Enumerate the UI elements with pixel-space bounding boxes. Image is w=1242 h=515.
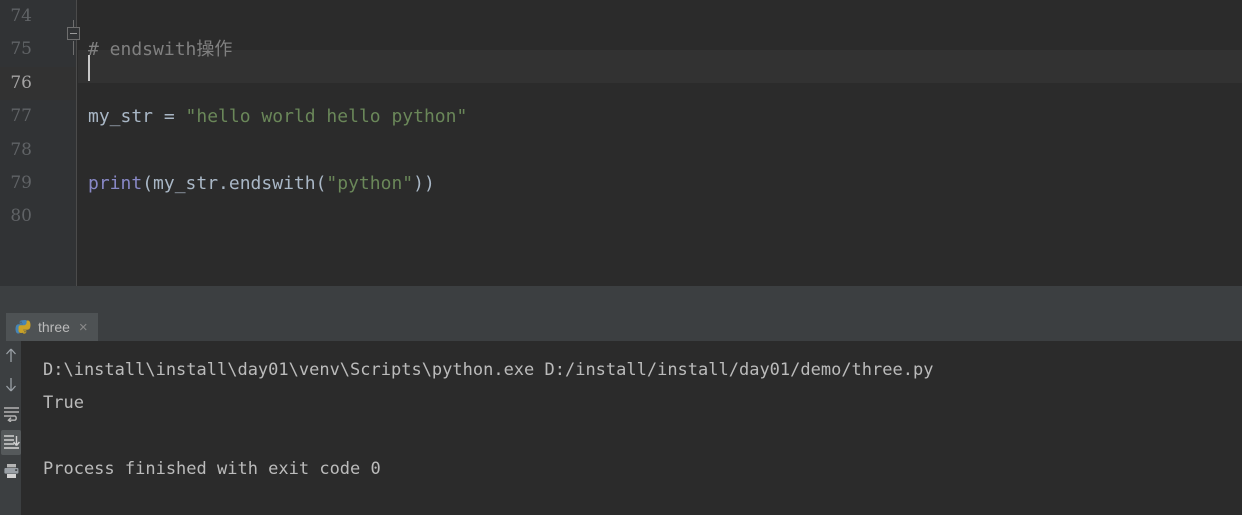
line-number-active: 76	[0, 66, 76, 101]
code-editor[interactable]: 74 75 76 77 78 79 80 # endswith操作 my_str…	[0, 0, 1242, 286]
code-line-75[interactable]: # endswith操作	[78, 33, 1242, 66]
assignment-token: my_str =	[88, 106, 186, 128]
closing-parens-token: ))	[413, 172, 435, 194]
fold-collapse-icon[interactable]	[67, 27, 80, 40]
line-number: 79	[10, 172, 32, 193]
editor-gutter[interactable]: 74 75 76 77 78 79 80	[0, 0, 77, 286]
print-icon[interactable]	[0, 457, 22, 486]
panel-divider[interactable]	[0, 286, 1242, 313]
scroll-to-end-icon[interactable]	[0, 428, 22, 457]
scroll-up-icon[interactable]	[0, 341, 22, 370]
code-line-80[interactable]	[78, 200, 1242, 233]
code-line-78[interactable]	[78, 134, 1242, 167]
scroll-down-icon[interactable]	[0, 370, 22, 399]
line-number: 74	[10, 6, 32, 26]
console-output-line: True	[43, 393, 84, 413]
print-function-token: print	[88, 172, 143, 194]
fold-region-tail	[73, 41, 74, 55]
console-tab-label: three	[38, 319, 70, 335]
comment-token: # endswith操作	[88, 39, 233, 61]
console-output-line: D:\install\install\day01\venv\Scripts\py…	[43, 360, 934, 380]
soft-wrap-icon[interactable]	[0, 399, 22, 428]
close-icon[interactable]: ×	[79, 319, 88, 336]
line-number: 75	[10, 39, 32, 60]
console-toolbar	[0, 341, 22, 515]
console-output-line: Process finished with exit code 0	[43, 459, 381, 479]
console-tab-three[interactable]: three ×	[6, 313, 98, 341]
code-line-77[interactable]: my_str = "hello world hello python"	[78, 100, 1242, 133]
method-call-token: (my_str.endswith(	[142, 172, 327, 194]
code-line-74[interactable]	[78, 0, 1242, 33]
text-caret	[88, 55, 90, 81]
console-tabbar: three ×	[0, 313, 1242, 341]
code-line-76[interactable]	[78, 67, 1242, 100]
pycharm-window: 74 75 76 77 78 79 80 # endswith操作 my_str…	[0, 0, 1242, 515]
python-file-icon	[15, 319, 31, 335]
run-console-panel: three × D:\install\install\day01\venv\Sc…	[0, 313, 1242, 515]
string-literal-token: "python"	[326, 172, 414, 194]
code-line-79[interactable]: print(my_str.endswith("python"))	[78, 167, 1242, 200]
line-number: 77	[10, 106, 32, 127]
line-number: 78	[10, 139, 32, 160]
line-number: 80	[10, 206, 32, 227]
string-literal-token: "hello world hello python"	[185, 106, 468, 128]
console-output[interactable]: D:\install\install\day01\venv\Scripts\py…	[23, 341, 1242, 515]
code-text-area[interactable]: # endswith操作 my_str = "hello world hello…	[78, 0, 1242, 286]
